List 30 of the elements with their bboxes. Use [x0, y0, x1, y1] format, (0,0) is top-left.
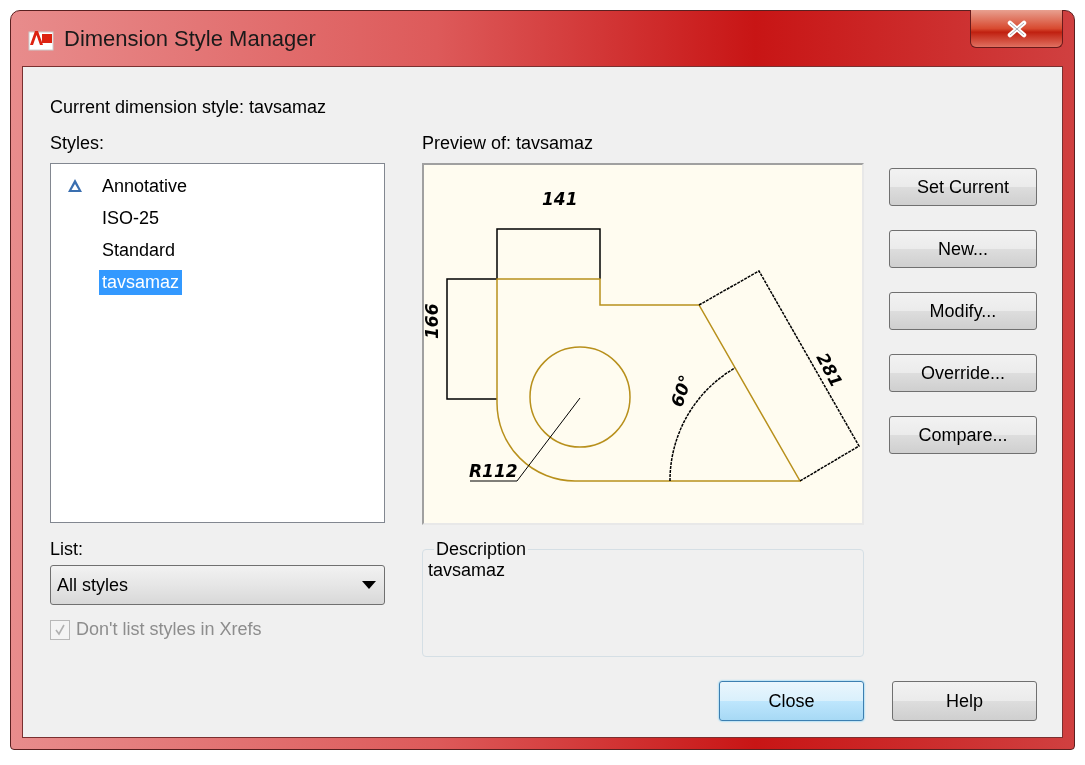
dimension-label: 281	[812, 349, 847, 391]
dimension-label: 60°	[666, 372, 696, 410]
dialog-button[interactable]: Help	[892, 681, 1037, 721]
list-label: List:	[50, 539, 84, 561]
window-title: Dimension Style Manager	[63, 25, 316, 52]
close-icon	[1005, 19, 1028, 38]
dialog-button[interactable]: Close	[719, 681, 864, 721]
dimension-label: 166	[423, 303, 442, 339]
side-button[interactable]: Set Current	[888, 168, 1037, 206]
list-dropdown[interactable]: All styles	[50, 565, 385, 605]
side-button[interactable]: Compare...	[888, 416, 1037, 454]
checkbox-label: Don't list styles in Xrefs	[76, 619, 262, 640]
styles-label: Styles:	[50, 133, 106, 155]
close-button[interactable]	[970, 10, 1063, 48]
dimension-label: R112	[468, 461, 518, 481]
side-button[interactable]: New...	[888, 230, 1037, 268]
side-button[interactable]: Modify...	[888, 292, 1037, 330]
styles-list[interactable]: Annotative ISO-25 Standard tavsamaz	[50, 163, 385, 523]
app-icon	[28, 28, 54, 51]
current-style-label: Current dimension style: tavsamaz	[50, 97, 328, 119]
style-item[interactable]: Annotative	[99, 173, 191, 199]
style-item[interactable]: Standard	[99, 237, 179, 263]
dimension-label: 141	[541, 189, 578, 209]
preview-label: Preview of: tavsamaz	[421, 133, 594, 155]
side-button[interactable]: Override...	[888, 354, 1037, 392]
style-item[interactable]: ISO-25	[99, 205, 163, 231]
check-icon	[53, 622, 67, 637]
caret-icon	[361, 581, 376, 589]
description-legend: Description	[433, 539, 528, 560]
description-text: tavsamaz	[427, 560, 506, 581]
